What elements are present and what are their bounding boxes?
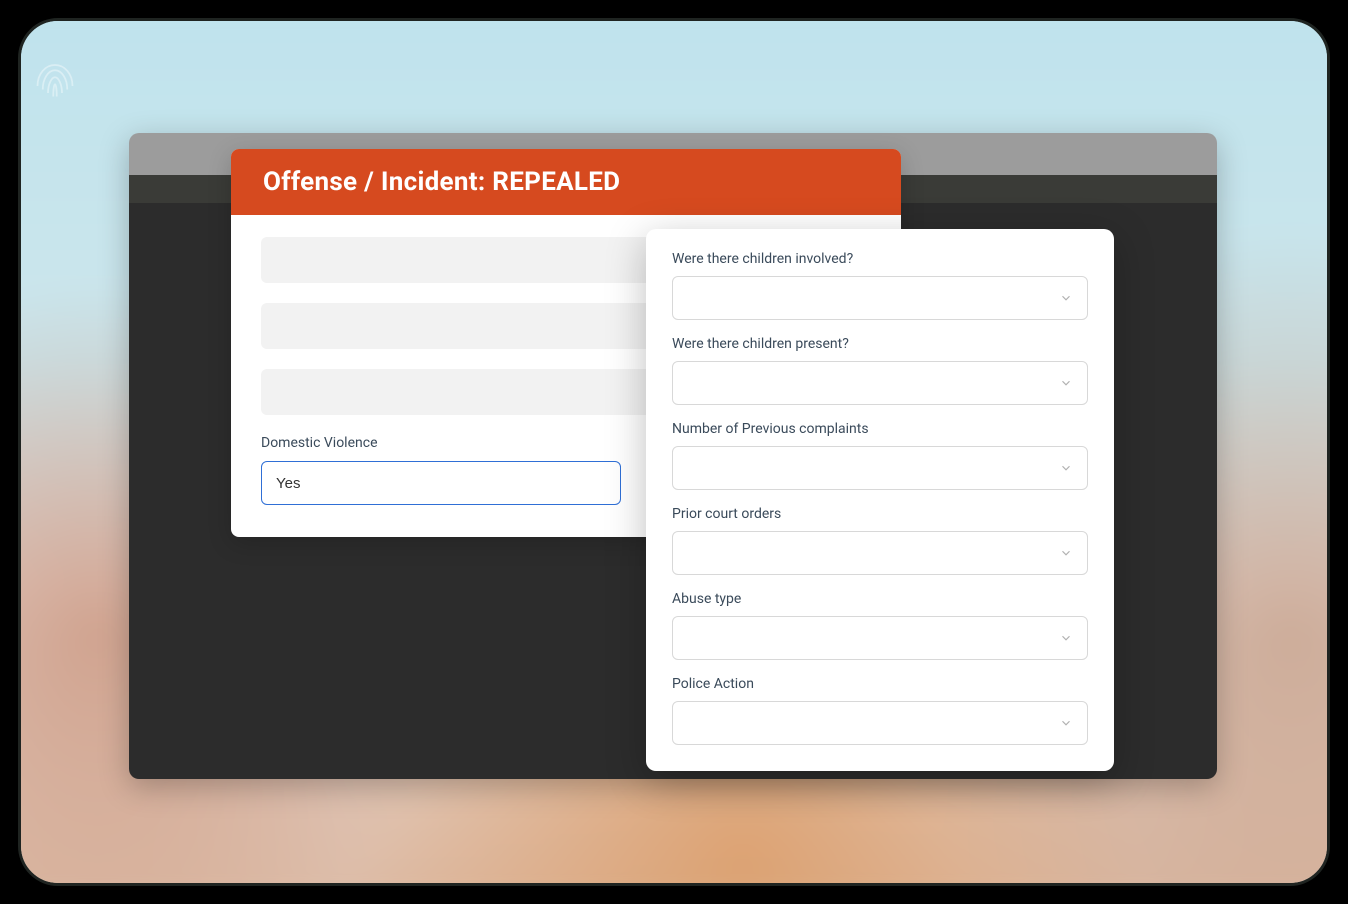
field-prior-court-orders: Prior court orders	[672, 506, 1088, 575]
chevron-down-icon	[1059, 376, 1073, 390]
field-label: Number of Previous complaints	[672, 421, 1088, 437]
offense-panel-title: Offense / Incident: REPEALED	[231, 149, 901, 215]
field-children-present: Were there children present?	[672, 336, 1088, 405]
chevron-down-icon	[1059, 631, 1073, 645]
field-police-action: Police Action	[672, 676, 1088, 745]
device-frame: Offense / Incident: REPEALED Domestic Vi…	[18, 18, 1330, 886]
field-label: Prior court orders	[672, 506, 1088, 522]
abuse-type-select[interactable]	[672, 616, 1088, 660]
field-label: Were there children present?	[672, 336, 1088, 352]
prior-court-orders-select[interactable]	[672, 531, 1088, 575]
field-label: Police Action	[672, 676, 1088, 692]
chevron-down-icon	[1059, 291, 1073, 305]
field-label: Were there children involved?	[672, 251, 1088, 267]
children-involved-select[interactable]	[672, 276, 1088, 320]
previous-complaints-select[interactable]	[672, 446, 1088, 490]
field-label: Abuse type	[672, 591, 1088, 607]
field-abuse-type: Abuse type	[672, 591, 1088, 660]
domestic-violence-input[interactable]	[261, 461, 621, 505]
chevron-down-icon	[1059, 546, 1073, 560]
fingerprint-icon	[27, 51, 83, 107]
chevron-down-icon	[1059, 461, 1073, 475]
field-children-involved: Were there children involved?	[672, 251, 1088, 320]
police-action-select[interactable]	[672, 701, 1088, 745]
details-panel: Were there children involved? Were there…	[646, 229, 1114, 771]
children-present-select[interactable]	[672, 361, 1088, 405]
field-previous-complaints: Number of Previous complaints	[672, 421, 1088, 490]
chevron-down-icon	[1059, 716, 1073, 730]
